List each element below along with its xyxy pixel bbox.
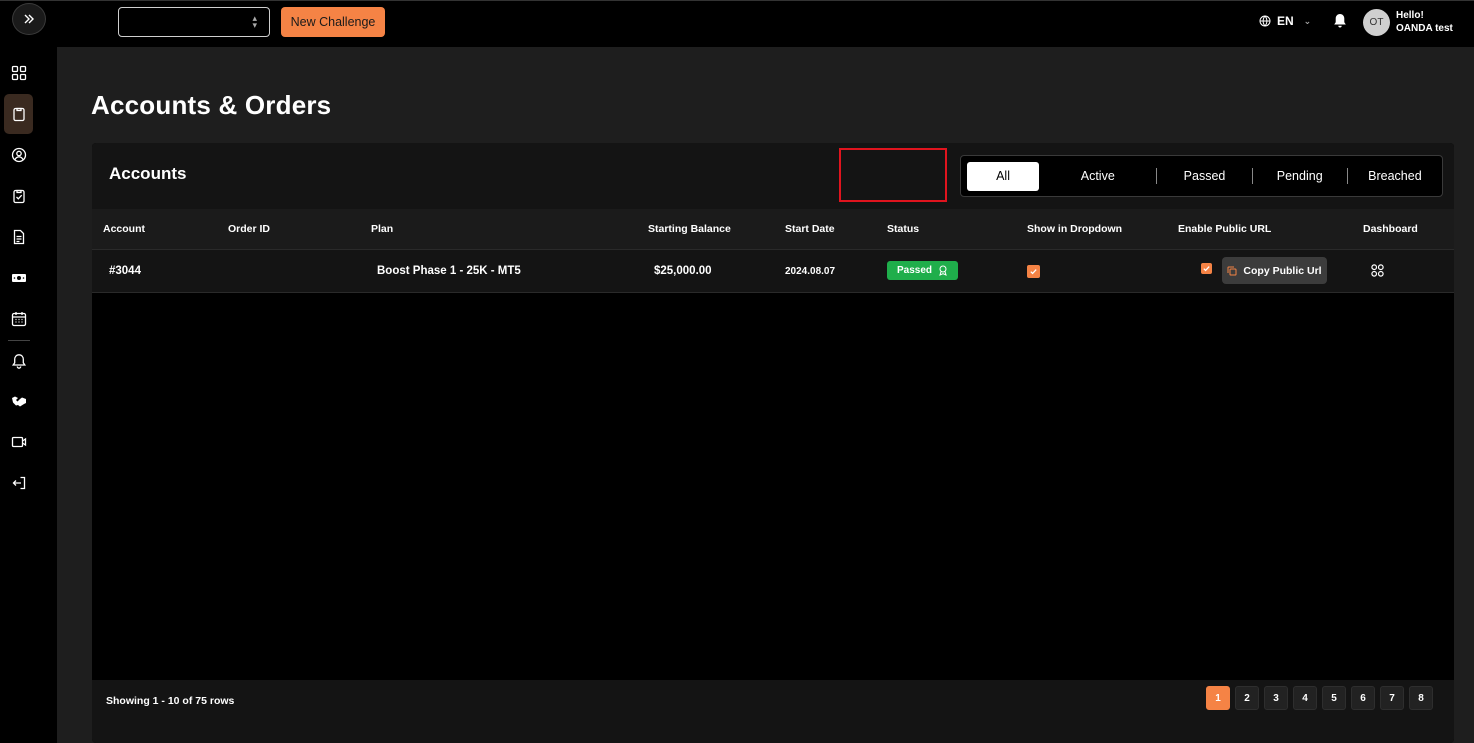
status-label: Passed	[896, 265, 933, 276]
table-footer: Showing 1 - 10 of 75 rows 1 2 3 4 5 6 7 …	[92, 680, 1454, 743]
accounts-card-header: Accounts All Active Passed Pending Breac…	[92, 143, 1454, 209]
language-selector[interactable]: EN ⌄	[1259, 14, 1311, 28]
page-button-1[interactable]: 1	[1206, 686, 1230, 710]
tab-passed[interactable]: Passed	[1157, 162, 1251, 191]
tab-active[interactable]: Active	[1039, 162, 1156, 191]
status-highlight-box	[839, 148, 947, 202]
column-header-plan[interactable]: Plan	[371, 223, 393, 235]
sidebar-item-affiliate[interactable]	[4, 381, 33, 421]
accounts-title: Accounts	[109, 164, 187, 183]
sidebar-item-calendar[interactable]	[4, 299, 33, 339]
sidebar	[0, 47, 57, 743]
column-header-start-date[interactable]: Start Date	[785, 223, 835, 235]
user-name: OANDA test	[1396, 23, 1453, 34]
sidebar-item-notifications[interactable]	[4, 341, 33, 381]
expand-sidebar-button[interactable]	[12, 3, 46, 35]
status-tabs: All Active Passed Pending Breached	[960, 155, 1443, 197]
page-button-3[interactable]: 3	[1264, 686, 1288, 710]
copy-icon	[1227, 266, 1237, 275]
document-icon	[13, 229, 24, 245]
language-label: EN	[1277, 14, 1294, 28]
enable-public-url-checkbox[interactable]	[1201, 263, 1212, 274]
avatar[interactable]: OT	[1363, 9, 1390, 36]
greeting-text: Hello!	[1396, 10, 1424, 21]
table-header: Account Order ID Plan Starting Balance S…	[92, 209, 1454, 250]
page-button-8[interactable]: 8	[1409, 686, 1433, 710]
column-header-enable-public-url[interactable]: Enable Public URL	[1178, 223, 1271, 235]
tab-pending[interactable]: Pending	[1253, 162, 1347, 191]
account-select[interactable]: ▴ ▾	[118, 7, 270, 37]
sidebar-item-payouts[interactable]	[4, 258, 33, 298]
column-header-show-in-dropdown[interactable]: Show in Dropdown	[1027, 223, 1122, 235]
cash-icon	[11, 274, 26, 282]
column-header-status[interactable]: Status	[887, 223, 919, 235]
video-icon	[11, 436, 26, 448]
tab-all[interactable]: All	[967, 161, 1040, 191]
sidebar-item-accounts[interactable]	[4, 94, 33, 134]
column-header-account[interactable]: Account	[103, 223, 145, 235]
bell-icon[interactable]	[1333, 13, 1347, 29]
sidebar-item-dashboard[interactable]	[4, 53, 33, 93]
table-row: #3044 Boost Phase 1 - 25K - MT5 $25,000.…	[92, 250, 1454, 293]
page-button-7[interactable]: 7	[1380, 686, 1404, 710]
status-badge: Passed	[887, 261, 958, 280]
tab-breached[interactable]: Breached	[1348, 162, 1442, 191]
page-button-2[interactable]: 2	[1235, 686, 1259, 710]
main-content: Accounts & Orders Accounts All Active Pa…	[57, 47, 1474, 743]
sidebar-item-documents[interactable]	[4, 217, 33, 257]
start-date: 2024.08.07	[785, 266, 836, 277]
column-header-dashboard[interactable]: Dashboard	[1363, 223, 1418, 235]
page-button-5[interactable]: 5	[1322, 686, 1346, 710]
select-caret-icon: ▴ ▾	[252, 13, 257, 30]
calendar-icon	[11, 312, 26, 327]
page-button-6[interactable]: 6	[1351, 686, 1375, 710]
starting-balance: $25,000.00	[654, 265, 712, 277]
globe-icon	[1259, 15, 1271, 27]
sidebar-item-tasks[interactable]	[4, 176, 33, 216]
double-chevron-right-icon	[24, 14, 34, 24]
page-title: Accounts & Orders	[91, 90, 332, 120]
sidebar-item-logout[interactable]	[4, 463, 33, 503]
copy-public-url-label: Copy Public Url	[1243, 264, 1322, 277]
new-challenge-button[interactable]: New Challenge	[281, 7, 385, 37]
account-id: #3044	[109, 265, 141, 277]
rows-count-label: Showing 1 - 10 of 75 rows	[106, 695, 235, 707]
grid-icon	[11, 65, 26, 81]
plan-name: Boost Phase 1 - 25K - MT5	[377, 265, 521, 277]
sidebar-item-videos[interactable]	[4, 422, 33, 462]
clipboard-check-icon	[12, 189, 25, 204]
check-icon	[1203, 266, 1210, 272]
show-in-dropdown-checkbox[interactable]	[1027, 265, 1040, 278]
column-header-order-id[interactable]: Order ID	[228, 223, 270, 235]
user-greeting[interactable]: Hello! OANDA test	[1396, 9, 1470, 35]
logout-icon	[12, 476, 25, 490]
top-bar: ▴ ▾ New Challenge EN ⌄ OT Hello! OANDA te…	[0, 0, 1474, 47]
clipboard-icon	[12, 107, 25, 122]
accounts-card: Accounts All Active Passed Pending Breac…	[92, 143, 1454, 743]
bell-outline-icon	[11, 354, 26, 369]
handshake-icon	[11, 396, 26, 407]
user-circle-icon	[11, 147, 26, 163]
sidebar-item-profile[interactable]	[4, 135, 33, 175]
check-icon	[1030, 269, 1037, 275]
page-button-4[interactable]: 4	[1293, 686, 1317, 710]
award-icon	[939, 265, 947, 276]
pagination: 1 2 3 4 5 6 7 8	[1206, 686, 1433, 710]
copy-public-url-button[interactable]: Copy Public Url	[1222, 257, 1327, 284]
chevron-down-icon: ⌄	[1303, 15, 1312, 26]
dashboard-grid-icon[interactable]	[1371, 264, 1384, 277]
column-header-starting-balance[interactable]: Starting Balance	[648, 223, 731, 235]
